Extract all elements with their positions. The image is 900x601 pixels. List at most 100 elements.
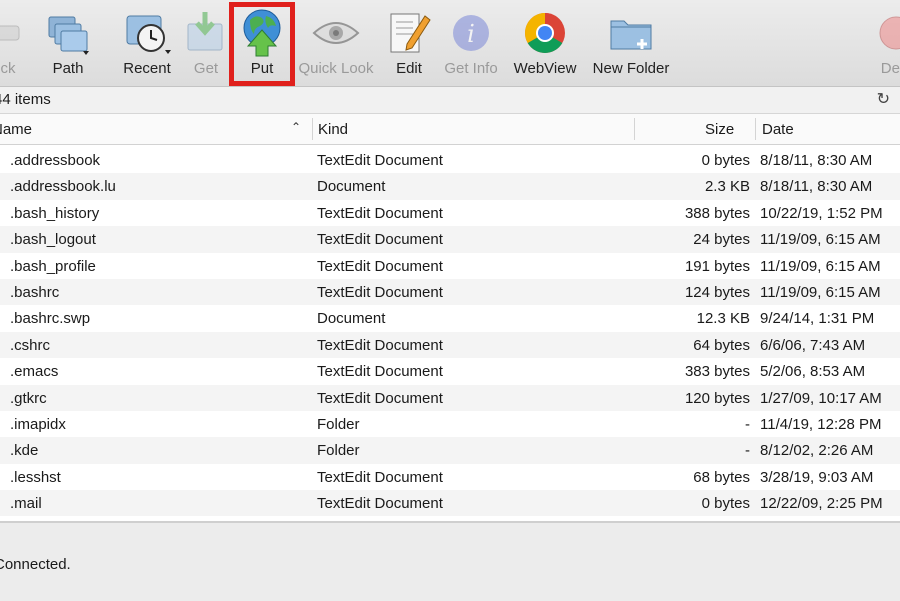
file-date: 11/19/09, 6:15 AM [760,283,881,301]
file-size: 0 bytes [701,152,750,169]
table-row[interactable]: .lesshst TextEdit Document 68 bytes 3/28/19… [0,464,900,490]
table-row[interactable]: .emacs TextEdit Document 383 bytes 5/2/06, … [0,358,900,384]
file-date: 9/24/14, 1:31 PM [760,310,875,328]
edit-button[interactable]: Edit [386,6,432,77]
info-icon: i [440,6,502,60]
table-row[interactable]: .gtkrc TextEdit Document 120 bytes 1/27/09,… [0,384,900,411]
file-kind: Document [317,178,386,196]
quick-look-button[interactable]: Quick Look [296,6,376,77]
file-kind: TextEdit Document [317,204,443,222]
file-size: 124 bytes [684,283,750,301]
back-button[interactable]: ck [0,6,26,77]
new-folder-icon [588,6,674,60]
file-size: - [745,415,750,433]
file-size: 120 bytes [684,389,750,407]
edit-pencil-icon [386,6,432,60]
table-row[interactable]: .bashrc.swp Document 12.3 KB 9/24/14, 1:31 … [0,305,900,331]
file-kind: TextEdit Document [317,231,443,249]
webview-button[interactable]: WebView [508,6,582,77]
file-size: 12.3 KB [696,310,750,328]
column-divider[interactable] [634,118,635,140]
file-date: 11/4/19, 12:28 PM [760,415,882,433]
table-row[interactable]: .addressbook.lu Document 2.3 KB 8/18/11, 8:… [0,173,900,200]
file-size: 64 bytes [693,336,750,354]
chrome-icon [508,6,582,60]
refresh-icon[interactable]: ↻ [877,89,890,109]
file-date: 6/6/06, 7:43 AM [760,336,866,354]
sort-ascending-icon: ⌃ [291,120,302,134]
get-button[interactable]: Get [184,6,228,77]
file-kind: TextEdit Document [317,152,443,169]
file-name: .emacs [10,363,59,381]
item-count: 44 items [0,91,51,108]
file-kind: Document [317,310,386,328]
file-kind: TextEdit Document [317,283,443,301]
column-divider[interactable] [312,118,313,140]
file-kind: TextEdit Document [317,495,443,513]
file-name: .mail [10,495,42,513]
table-row[interactable]: .bash_logout TextEdit Document 24 bytes 11/… [0,226,900,253]
table-row[interactable]: .cshrc TextEdit Document 64 bytes 6/6/06, 7… [0,331,900,359]
eye-icon [296,6,376,60]
table-row[interactable]: .kde Folder -8/12/02, 2:26 AM [0,437,900,464]
column-header: Name ⌃ Kind Size Date [0,114,900,145]
put-button[interactable]: Put [236,6,288,77]
table-row[interactable]: .bash_profile TextEdit Document 191 bytes 1… [0,253,900,279]
file-size: - [745,442,750,460]
delete-button[interactable]: Del [872,6,900,77]
column-divider[interactable] [755,118,756,140]
file-date: 11/19/09, 6:15 AM [760,231,881,249]
table-row[interactable]: .bash_history TextEdit Document 388 bytes 1… [0,200,900,226]
recent-button[interactable]: Recent [118,6,176,77]
table-row[interactable]: .addressbook TextEdit Document 0 bytes 8/18… [0,147,900,173]
status-bar: Connected. [0,523,900,601]
column-date-header[interactable]: Date [762,121,794,138]
table-row[interactable]: .mail TextEdit Document 0 bytes 12/22/09, 2… [0,490,900,517]
file-size: 191 bytes [684,257,750,275]
file-name: .kde [10,442,39,460]
file-date: 11/19/09, 6:15 AM [760,257,881,275]
file-size: 2.3 KB [704,178,750,196]
toolbar: ck Path Recent Get Put Quick Look Edit i… [0,0,900,87]
file-name: .cshrc [10,336,51,354]
file-date: 1/27/09, 10:17 AM [760,389,882,407]
item-count-bar: 44 items ↻ [0,87,900,114]
file-date: 8/18/11, 8:30 AM [760,152,873,169]
column-size-header[interactable]: Size [705,121,734,138]
column-name-header[interactable]: Name [0,121,32,138]
column-kind-header[interactable]: Kind [318,121,348,138]
file-name: .imapidx [10,415,66,433]
table-row[interactable]: .bashrc TextEdit Document 124 bytes 11/19/0… [0,278,900,306]
file-name: .gtkrc [10,389,47,407]
file-kind: TextEdit Document [317,257,443,275]
file-date: 3/28/19, 9:03 AM [760,468,874,486]
file-name: .addressbook [10,152,101,169]
file-name: .bashrc [10,283,60,301]
delete-icon [872,6,900,60]
file-date: 8/18/11, 8:30 AM [760,178,873,196]
file-size: 383 bytes [684,363,750,381]
file-size: 0 bytes [701,495,750,513]
file-date: 12/22/09, 2:25 PM [760,495,883,513]
new-folder-button[interactable]: New Folder [588,6,674,77]
connection-status: Connected. [0,556,71,573]
file-size: 24 bytes [693,231,750,249]
path-button[interactable]: Path [40,6,96,77]
back-icon [0,6,26,60]
file-kind: TextEdit Document [317,363,443,381]
file-kind: Folder [317,415,360,433]
get-info-button[interactable]: i Get Info [440,6,502,77]
file-kind: Folder [317,442,360,460]
file-name: .lesshst [10,468,61,486]
file-name: .bash_logout [10,231,96,249]
put-globe-upload-icon [236,6,288,60]
file-name: .bash_profile [10,257,96,275]
table-row[interactable]: .imapidx Folder -11/4/19, 12:28 PM [0,411,900,437]
get-download-icon [184,6,228,60]
file-kind: TextEdit Document [317,389,443,407]
svg-text:i: i [467,20,475,48]
file-kind: TextEdit Document [317,468,443,486]
file-name: .bashrc.swp [10,310,91,328]
file-name: .addressbook.lu [10,178,116,196]
file-date: 5/2/06, 8:53 AM [760,363,866,381]
